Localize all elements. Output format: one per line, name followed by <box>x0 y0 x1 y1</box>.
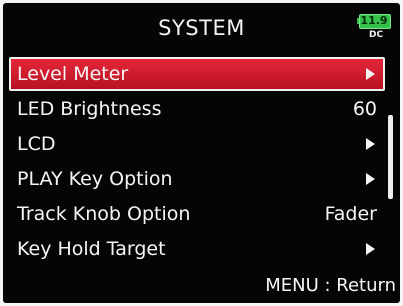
menu-item-lcd[interactable]: LCD <box>9 127 385 161</box>
menu-item-key-hold-target[interactable]: Key Hold Target <box>9 232 385 266</box>
chevron-right-icon <box>366 243 375 255</box>
menu-item-label: Level Meter <box>17 63 129 85</box>
menu-item-label: LCD <box>17 133 56 155</box>
menu-item-play-key-option[interactable]: PLAY Key Option <box>9 162 385 196</box>
battery-indicator: 11.9 DC <box>357 14 395 42</box>
menu-item-value: 60 <box>352 98 377 120</box>
menu-item-label: LED Brightness <box>17 98 162 120</box>
power-source-label: DC <box>369 30 384 40</box>
chevron-right-icon <box>366 138 375 150</box>
menu-item-track-knob-option[interactable]: Track Knob Option Fader <box>9 197 385 231</box>
menu-item-label: PLAY Key Option <box>17 168 173 190</box>
battery-level: 11.9 <box>360 14 388 27</box>
menu-return-hint: MENU : Return <box>265 275 396 296</box>
chevron-right-icon <box>366 68 375 80</box>
page-title: SYSTEM <box>158 16 245 40</box>
system-menu-list: Level Meter LED Brightness 60 LCD PLAY K… <box>9 57 385 267</box>
menu-item-level-meter[interactable]: Level Meter <box>9 57 385 91</box>
menu-scrollbar[interactable] <box>388 115 393 199</box>
menu-item-led-brightness[interactable]: LED Brightness 60 <box>9 92 385 126</box>
chevron-right-icon <box>366 173 375 185</box>
menu-item-label: Track Knob Option <box>17 203 191 225</box>
menu-item-value: Fader <box>324 203 377 225</box>
device-screen: SYSTEM 11.9 DC Level Meter LED Brightnes… <box>3 3 400 303</box>
menu-item-label: Key Hold Target <box>17 238 166 260</box>
device-display-frame: SYSTEM 11.9 DC Level Meter LED Brightnes… <box>0 0 403 306</box>
